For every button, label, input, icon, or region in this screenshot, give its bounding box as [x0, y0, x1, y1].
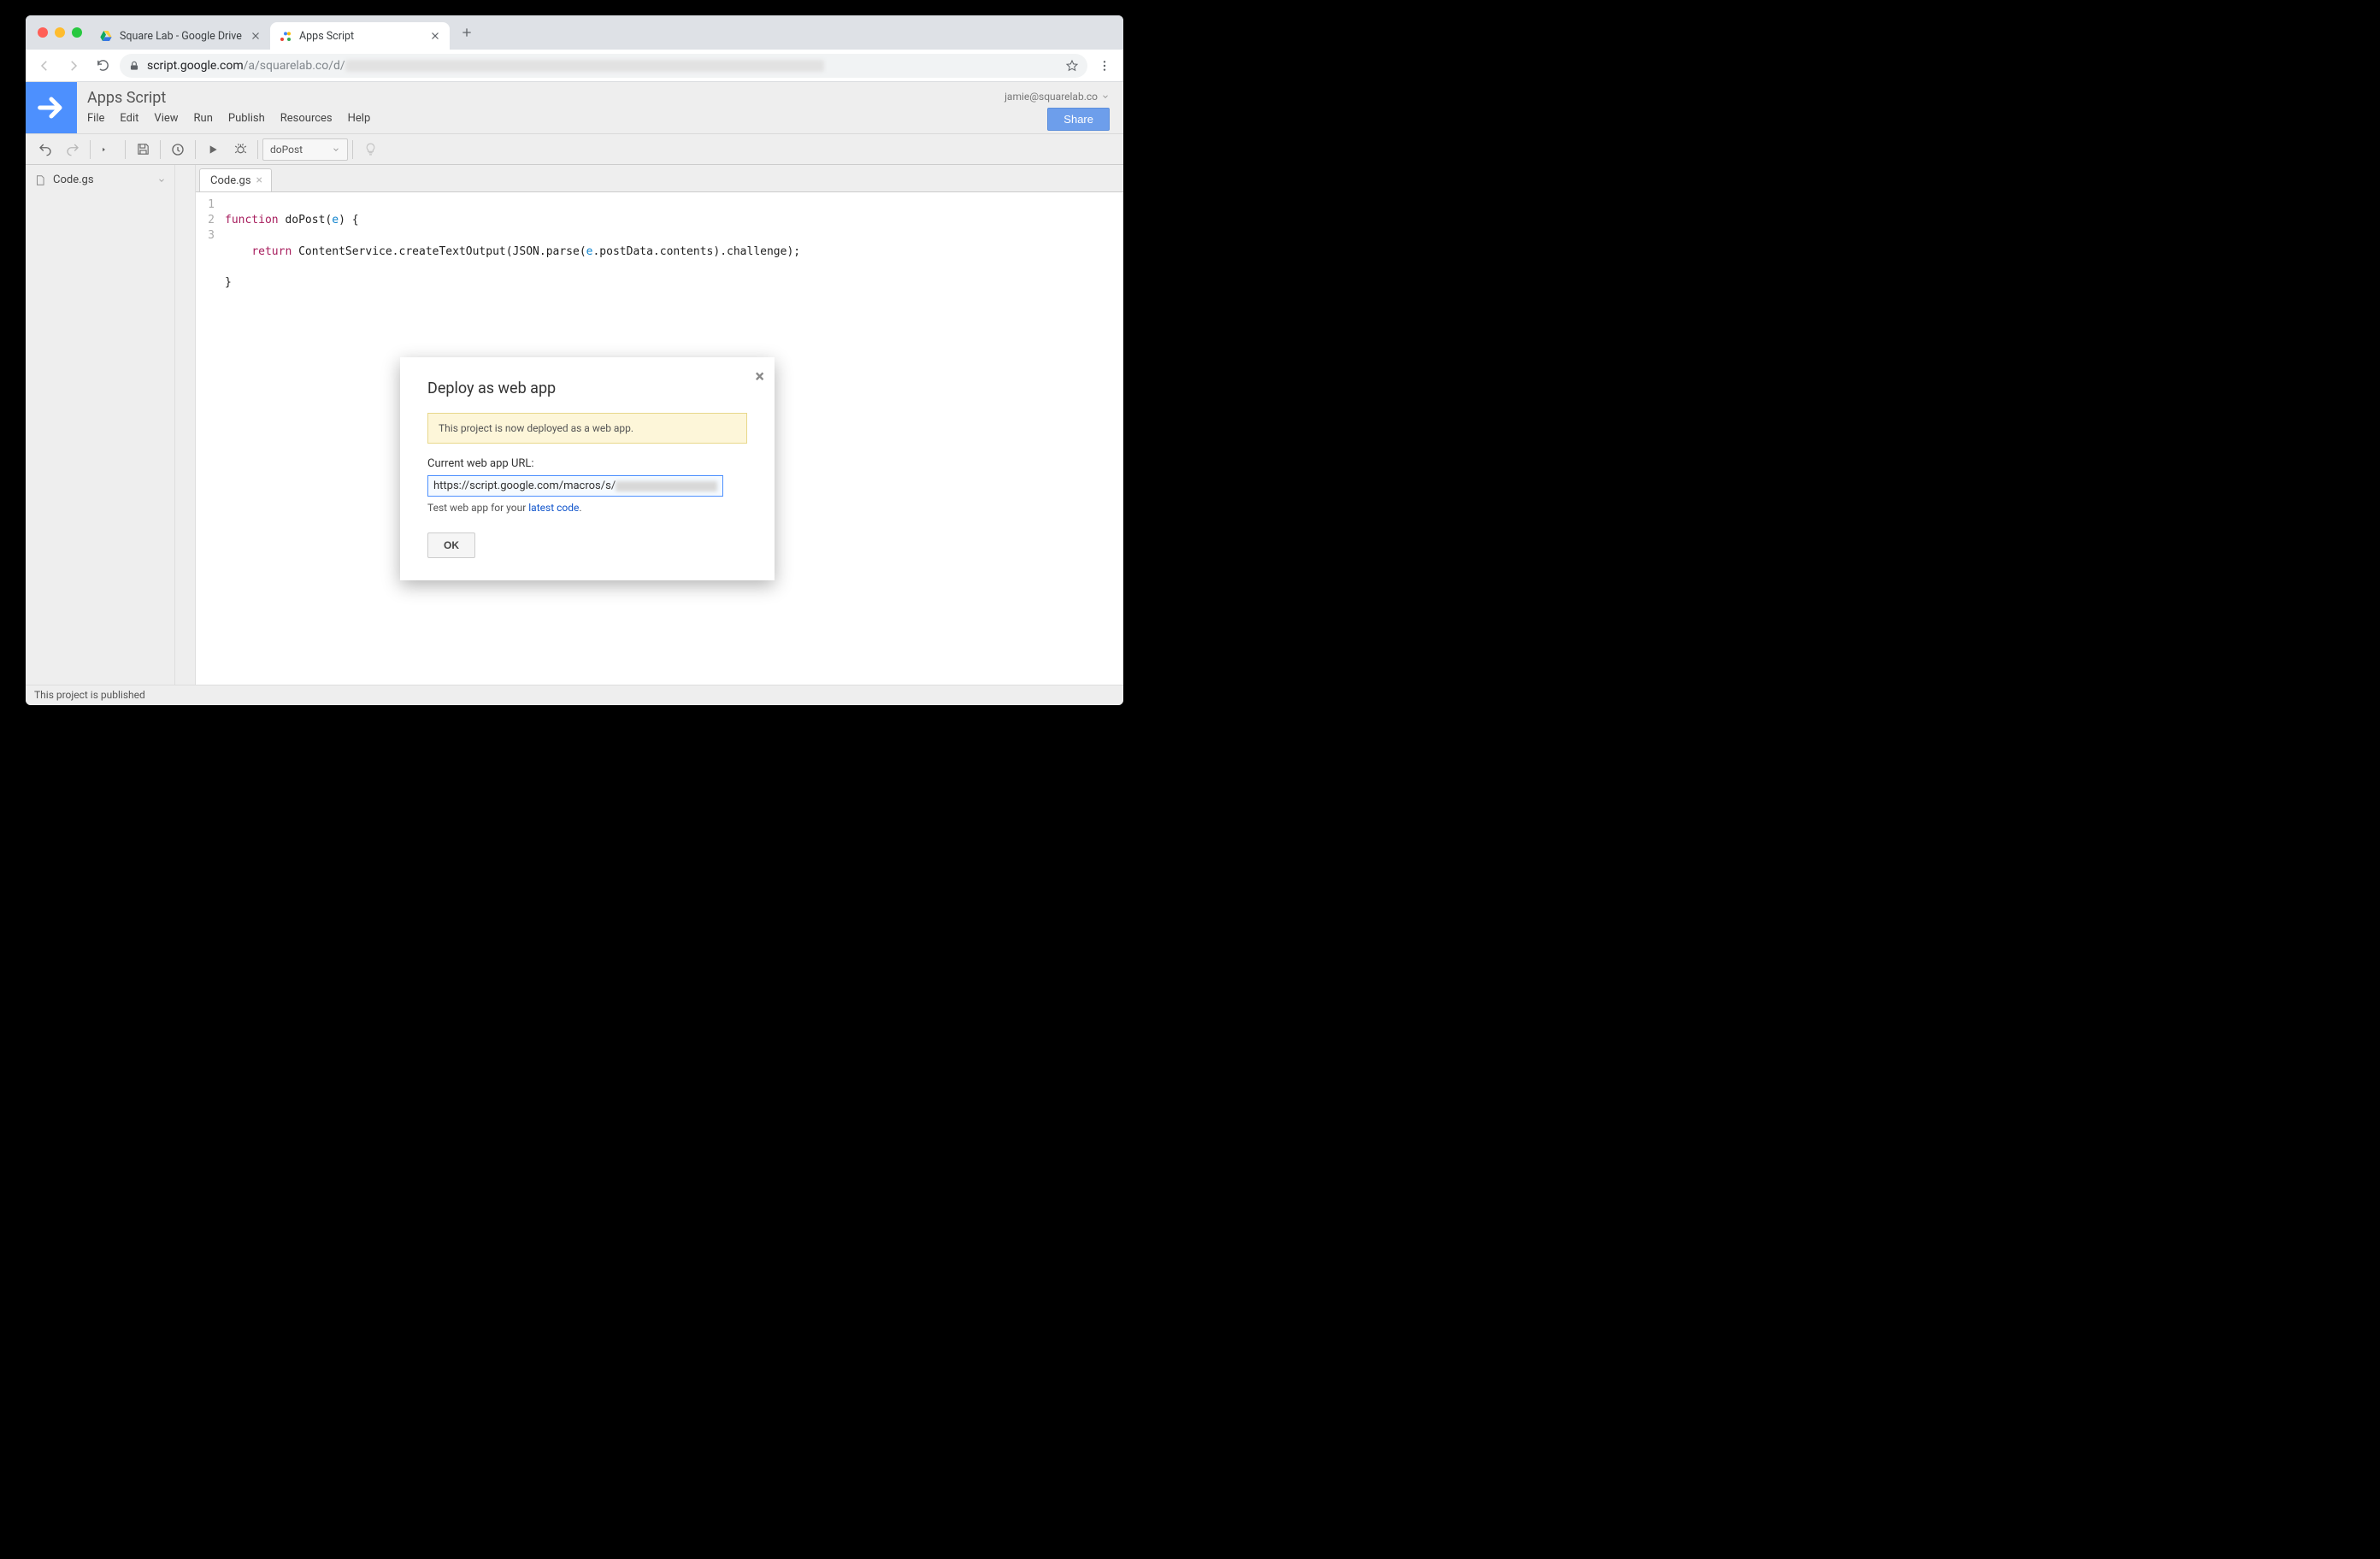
chevron-down-icon: [332, 145, 340, 154]
close-dialog-icon[interactable]: ×: [755, 366, 764, 386]
address-bar: script.google.com/a/squarelab.co/d/: [26, 50, 1123, 82]
dialog-notice: This project is now deployed as a web ap…: [427, 413, 747, 444]
close-window-icon[interactable]: [38, 27, 48, 38]
redacted-url: [345, 60, 824, 72]
sidebar: Code.gs: [26, 165, 175, 685]
menu-help[interactable]: Help: [348, 112, 371, 125]
latest-code-link[interactable]: latest code: [528, 502, 579, 514]
run-button[interactable]: [200, 138, 226, 162]
menu-run[interactable]: Run: [194, 112, 213, 125]
chevron-down-icon: [1101, 92, 1110, 101]
file-name: Code.gs: [53, 174, 94, 186]
tab-title: Apps Script: [299, 30, 422, 43]
app-body: Code.gs Code.gs × 1 2 3 function doPost(…: [26, 165, 1123, 685]
browser-menu-button[interactable]: [1093, 54, 1116, 78]
menu-publish[interactable]: Publish: [228, 112, 265, 125]
tab-apps-script[interactable]: Apps Script: [270, 22, 450, 50]
indent-button[interactable]: [95, 138, 121, 162]
file-icon: [34, 174, 46, 186]
app-header: Apps Script File Edit View Run Publish R…: [26, 82, 1123, 134]
undo-button[interactable]: [32, 138, 58, 162]
browser-window: Square Lab - Google Drive Apps Script sc…: [26, 15, 1123, 705]
lock-icon: [128, 60, 140, 72]
save-button[interactable]: [130, 138, 156, 162]
function-select[interactable]: doPost: [262, 138, 348, 161]
webapp-url-input[interactable]: https://script.google.com/macros/s/: [427, 475, 723, 497]
drive-favicon-icon: [99, 29, 113, 43]
maximize-window-icon[interactable]: [72, 27, 82, 38]
menu-bar: File Edit View Run Publish Resources Hel…: [87, 112, 994, 125]
menu-file[interactable]: File: [87, 112, 104, 125]
star-icon[interactable]: [1065, 59, 1079, 73]
app-logo-icon: [26, 82, 77, 133]
minimize-window-icon[interactable]: [55, 27, 65, 38]
triggers-button[interactable]: [165, 138, 191, 162]
debug-button[interactable]: [227, 138, 253, 162]
menu-resources[interactable]: Resources: [280, 112, 333, 125]
close-tab-icon[interactable]: [250, 30, 262, 42]
tab-drive[interactable]: Square Lab - Google Drive: [91, 22, 270, 50]
tab-strip: Square Lab - Google Drive Apps Script: [26, 15, 1123, 50]
lightbulb-button[interactable]: [357, 138, 383, 162]
chevron-down-icon[interactable]: [157, 176, 166, 185]
test-hint: Test web app for your latest code.: [427, 502, 747, 514]
url-text: script.google.com/a/squarelab.co/d/: [147, 59, 824, 73]
menu-view[interactable]: View: [154, 112, 178, 125]
close-tab-icon[interactable]: [429, 30, 441, 42]
share-button[interactable]: Share: [1047, 108, 1110, 131]
url-label: Current web app URL:: [427, 457, 747, 470]
forward-button[interactable]: [62, 54, 85, 78]
apps-script-favicon-icon: [279, 29, 292, 43]
dialog-title: Deploy as web app: [427, 379, 747, 397]
menu-edit[interactable]: Edit: [120, 112, 138, 125]
editor-tab[interactable]: Code.gs ×: [199, 168, 272, 191]
new-tab-button[interactable]: [455, 21, 479, 44]
back-button[interactable]: [32, 54, 56, 78]
ok-button[interactable]: OK: [427, 532, 475, 558]
user-email[interactable]: jamie@squarelab.co: [1004, 91, 1110, 103]
editor-gutter: [175, 165, 196, 685]
line-numbers: 1 2 3: [196, 192, 220, 685]
sidebar-file-item[interactable]: Code.gs: [26, 168, 174, 191]
redo-button[interactable]: [60, 138, 85, 162]
app-title: Apps Script: [87, 89, 994, 107]
reload-button[interactable]: [91, 54, 115, 78]
deploy-dialog: × Deploy as web app This project is now …: [400, 357, 775, 580]
omnibox[interactable]: script.google.com/a/squarelab.co/d/: [120, 54, 1087, 78]
window-controls: [32, 27, 91, 38]
toolbar: doPost: [26, 134, 1123, 165]
status-bar: This project is published: [26, 685, 1123, 705]
tab-title: Square Lab - Google Drive: [120, 30, 243, 43]
close-file-icon[interactable]: ×: [256, 174, 262, 187]
redacted-url: [616, 481, 717, 491]
